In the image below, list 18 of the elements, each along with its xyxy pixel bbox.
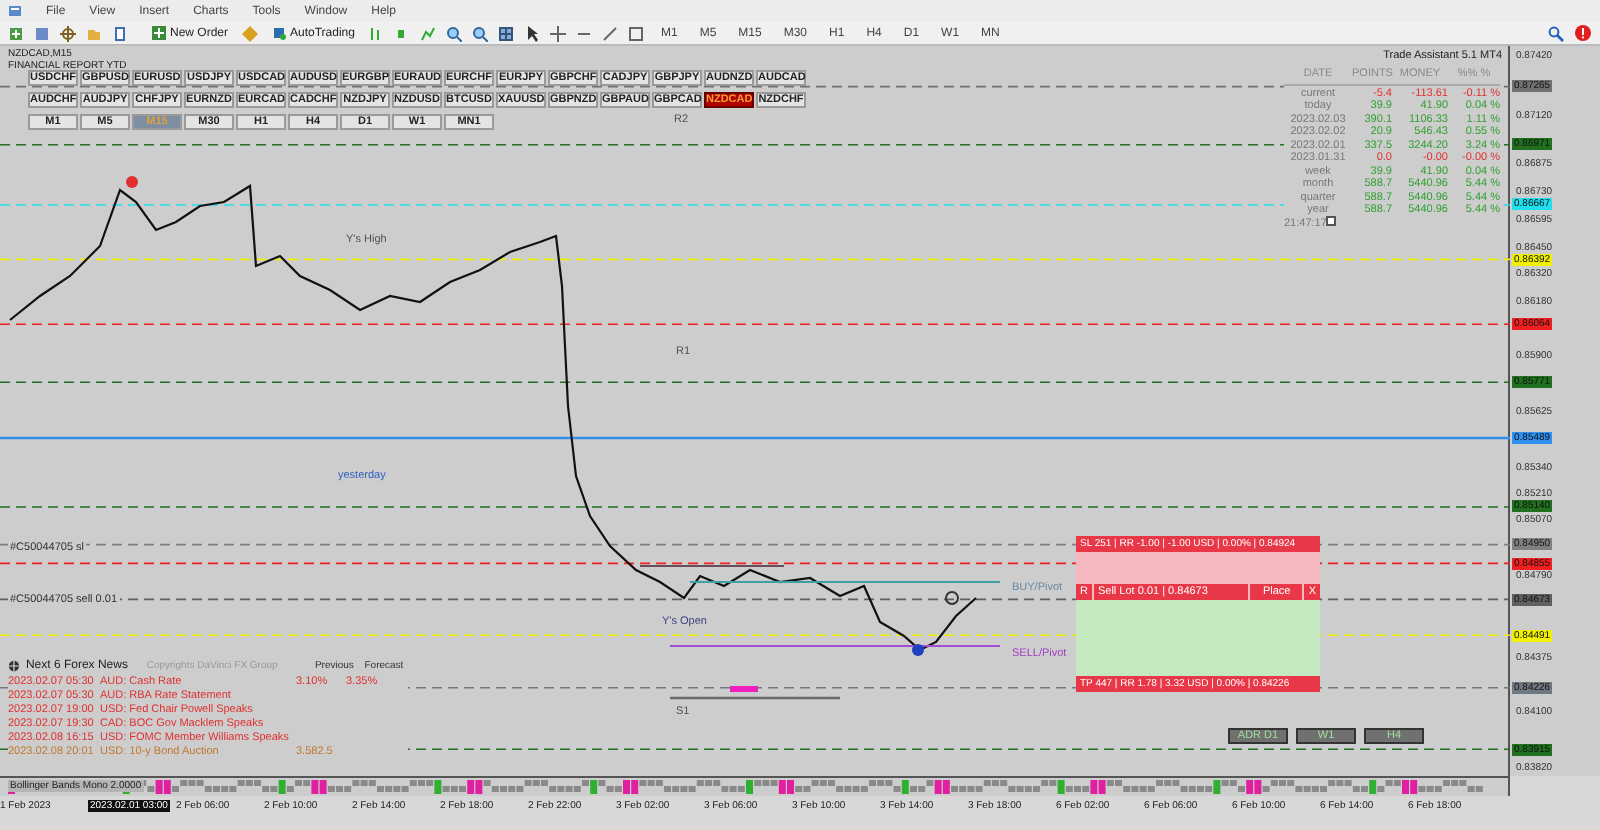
app-icon <box>8 4 22 18</box>
search-icon <box>1548 25 1564 41</box>
plus-icon <box>152 26 166 40</box>
globe-icon <box>8 660 20 672</box>
alert-icon <box>1574 24 1592 42</box>
bar-chart-icon <box>368 25 385 41</box>
crosshair-icon <box>60 25 76 41</box>
diagonal-line-icon <box>602 25 619 41</box>
calendar-icon <box>1326 216 1337 226</box>
marker-dot-icon <box>912 644 924 656</box>
grid-icon <box>498 25 515 41</box>
marker-bar <box>730 686 758 692</box>
marker-dot-icon <box>945 591 959 605</box>
marker-dot-icon <box>126 176 138 188</box>
arrow-cursor-icon <box>524 25 541 41</box>
crosshair-icon <box>550 25 567 41</box>
line-chart-icon <box>420 25 437 41</box>
plus-icon <box>8 25 24 41</box>
